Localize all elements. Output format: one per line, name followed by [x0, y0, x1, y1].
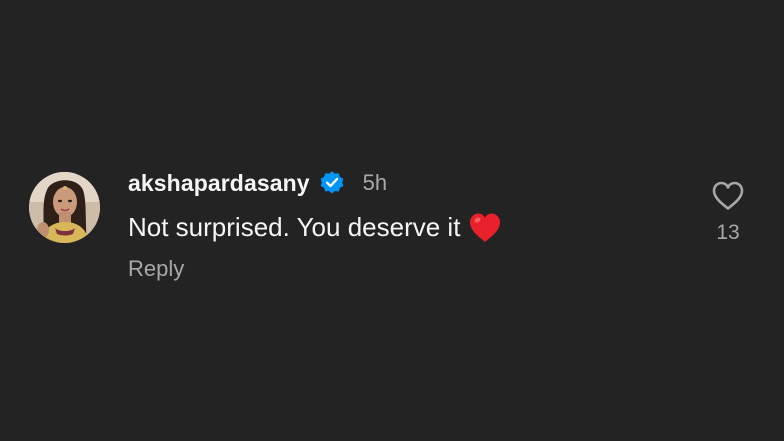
username[interactable]: akshapardasany [128, 170, 310, 197]
avatar[interactable] [29, 172, 100, 243]
comment-header: akshapardasany 5h [128, 168, 387, 198]
comment-text: Not surprised. You deserve it [128, 211, 461, 242]
comment: akshapardasany 5h Not surprised. You des… [0, 0, 784, 441]
avatar-photo [29, 172, 100, 243]
reply-button[interactable]: Reply [128, 256, 184, 282]
verified-badge-icon [320, 171, 343, 194]
comment-text-row: Not surprised. You deserve it [128, 210, 502, 244]
red-heart-emoji-icon [470, 213, 501, 242]
like-button[interactable]: 13 [706, 180, 750, 252]
like-count: 13 [716, 221, 740, 244]
timestamp: 5h [362, 170, 388, 195]
heart-outline-icon[interactable] [711, 180, 745, 212]
